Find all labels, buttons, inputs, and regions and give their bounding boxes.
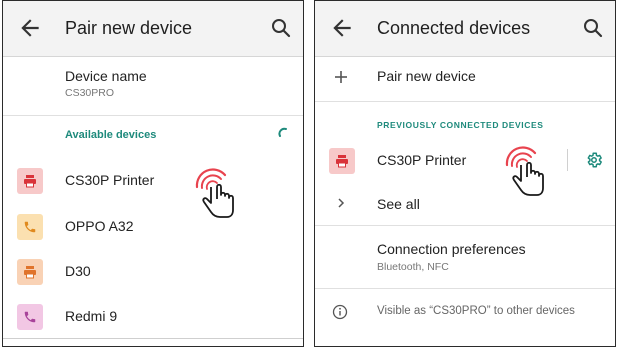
device-name-row[interactable]: Device name CS30PRO (3, 57, 303, 115)
device-name: CS30P Printer (65, 172, 155, 188)
connection-preferences-label: Connection preferences (377, 241, 526, 257)
visibility-info-row: Visible as “CS30PRO” to other devices (315, 293, 615, 333)
connection-preferences-row[interactable]: Connection preferences Bluetooth, NFC (315, 231, 615, 283)
divider (3, 115, 303, 116)
device-row-cs30p-printer[interactable]: CS30P Printer (315, 141, 615, 181)
device-name-value: CS30PRO (65, 87, 115, 99)
device-name: D30 (65, 263, 91, 279)
device-row-cs30p-printer[interactable]: CS30P Printer (3, 159, 303, 203)
scanning-spinner-icon (278, 127, 287, 137)
pair-new-device-label: Pair new device (377, 68, 476, 84)
info-icon (332, 304, 348, 320)
chevron-right-icon (338, 198, 345, 208)
see-all-row[interactable]: See all (315, 185, 615, 223)
app-bar: Connected devices (315, 1, 615, 57)
divider (315, 288, 615, 289)
device-name: CS30P Printer (377, 152, 467, 168)
add-icon (335, 71, 347, 83)
device-row-d30[interactable]: D30 (3, 250, 303, 294)
printer-icon (329, 148, 355, 174)
page-title: Pair new device (65, 18, 193, 38)
pair-new-device-row[interactable]: Pair new device (315, 57, 615, 97)
gear-settings-icon[interactable] (585, 151, 603, 169)
device-name: OPPO A32 (65, 218, 134, 234)
printer-icon (17, 168, 43, 194)
tap-gesture-hand-icon (505, 146, 544, 196)
divider (3, 338, 303, 339)
previously-connected-label: PREVIOUSLY CONNECTED DEVICES (377, 120, 544, 130)
visibility-info-text: Visible as “CS30PRO” to other devices (377, 305, 575, 317)
phone-icon (17, 304, 43, 330)
back-arrow-icon[interactable] (329, 15, 355, 41)
see-all-label: See all (377, 196, 420, 212)
divider (567, 149, 568, 171)
available-devices-label: Available devices (65, 129, 157, 141)
divider (315, 101, 615, 102)
search-icon[interactable] (269, 16, 293, 40)
connection-preferences-subtitle: Bluetooth, NFC (377, 261, 449, 273)
search-icon[interactable] (581, 16, 605, 40)
back-arrow-icon[interactable] (17, 15, 43, 41)
connected-devices-screen: Connected devices Pair new device PREVIO… (314, 0, 616, 347)
printer-icon (17, 259, 43, 285)
device-name: Redmi 9 (65, 308, 118, 324)
tap-gesture-hand-icon (195, 168, 234, 218)
device-name-label: Device name (65, 68, 147, 84)
divider (315, 225, 615, 226)
device-row-oppo-a32[interactable]: OPPO A32 (3, 205, 303, 249)
app-bar: Pair new device (3, 1, 303, 57)
pair-new-device-screen: Pair new device Device name CS30PRO Avai… (2, 0, 304, 347)
page-title: Connected devices (377, 18, 531, 38)
device-row-redmi-9[interactable]: Redmi 9 (3, 295, 303, 339)
phone-icon (17, 214, 43, 240)
